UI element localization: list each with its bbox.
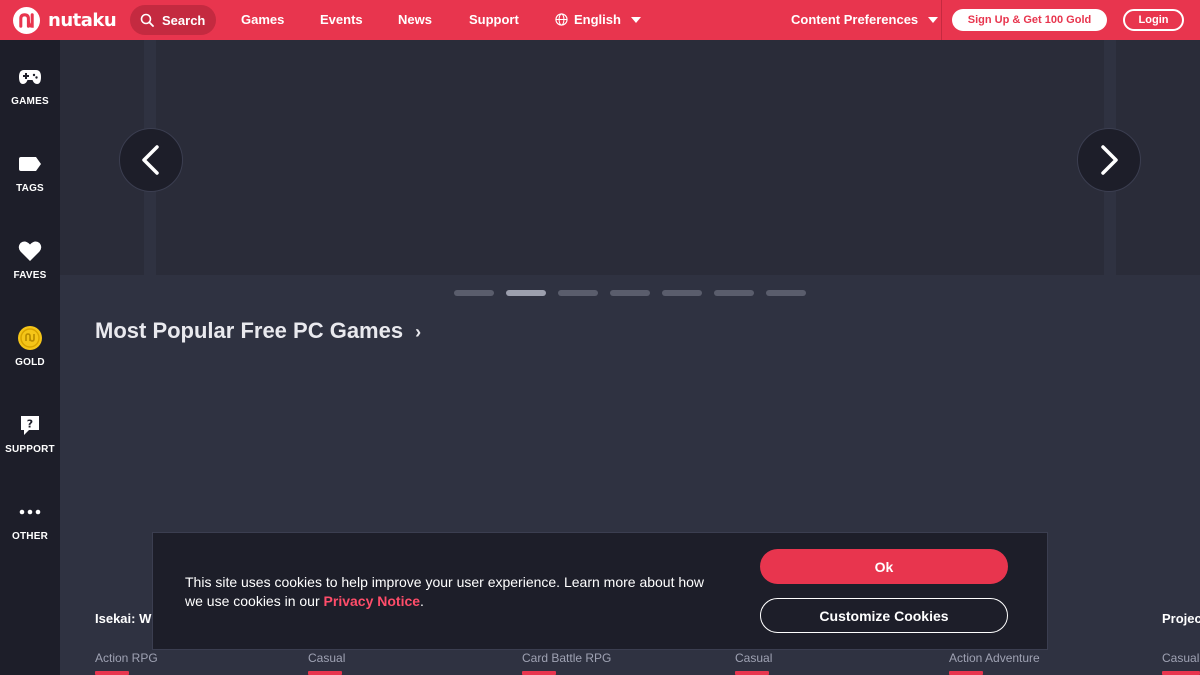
nav-events[interactable]: Events [320, 12, 363, 27]
sidebar-item-gold[interactable]: GOLD [0, 325, 60, 385]
tag-icon [18, 151, 42, 177]
sidebar-item-support[interactable]: ? SUPPORT [0, 412, 60, 472]
carousel-dot[interactable] [610, 290, 650, 296]
carousel-prev-button[interactable] [119, 128, 183, 192]
chevron-down-icon [928, 16, 939, 23]
search-icon [140, 13, 154, 27]
carousel-dot[interactable] [454, 290, 494, 296]
sidebar-item-other[interactable]: OTHER [0, 499, 60, 559]
carousel-dot[interactable] [506, 290, 546, 296]
globe-icon [555, 13, 568, 26]
nav-divider [941, 0, 942, 40]
search-button[interactable]: Search [130, 5, 216, 35]
sidebar-item-faves[interactable]: FAVES [0, 238, 60, 298]
cookie-banner: This site uses cookies to help improve y… [152, 532, 1048, 650]
carousel-dot[interactable] [558, 290, 598, 296]
price-label [308, 671, 342, 675]
game-title[interactable]: Isekai: W [95, 611, 151, 626]
content-preferences-dropdown[interactable]: Content Preferences [791, 12, 939, 27]
nutaku-logo-icon [13, 7, 40, 34]
game-title[interactable]: Projec [1162, 611, 1200, 626]
privacy-notice-link[interactable]: Privacy Notice [324, 593, 421, 609]
logo-wordmark: nutaku [48, 10, 117, 31]
sidebar-item-label: FAVES [13, 270, 47, 281]
left-sidebar: GAMES TAGS FAVES GOLD ? SUPPORT OTHER [0, 40, 60, 675]
gamepad-icon [18, 64, 42, 90]
carousel-pagination [454, 290, 806, 296]
more-icon [19, 499, 41, 525]
cookie-text: This site uses cookies to help improve y… [185, 574, 705, 609]
nav-news[interactable]: News [398, 12, 432, 27]
language-label: English [574, 12, 621, 27]
nav-support[interactable]: Support [469, 12, 519, 27]
nav-games[interactable]: Games [241, 12, 284, 27]
nutaku-logo[interactable]: nutaku [13, 7, 117, 34]
section-heading[interactable]: Most Popular Free PC Games › [95, 318, 421, 344]
price-label [522, 671, 556, 675]
price-label [735, 671, 769, 675]
gold-coin-icon [17, 325, 43, 351]
sidebar-item-label: GOLD [15, 357, 45, 368]
login-button[interactable]: Login [1123, 9, 1184, 31]
price-label [95, 671, 129, 675]
customize-cookies-button[interactable]: Customize Cookies [760, 598, 1008, 633]
carousel-dot[interactable] [662, 290, 702, 296]
chevron-right-icon: › [415, 321, 422, 342]
sidebar-item-tags[interactable]: TAGS [0, 151, 60, 211]
game-genre[interactable]: Action Adventure [949, 651, 1040, 665]
sidebar-item-label: TAGS [16, 183, 44, 194]
carousel-dot[interactable] [714, 290, 754, 296]
top-navbar: nutaku Search Games Events News Support … [0, 0, 1200, 40]
search-label: Search [162, 12, 206, 28]
game-genre[interactable]: Casual [1162, 651, 1199, 665]
svg-text:?: ? [27, 418, 33, 431]
carousel-next-button[interactable] [1077, 128, 1141, 192]
chevron-down-icon [630, 16, 641, 23]
sidebar-item-label: GAMES [11, 96, 49, 107]
price-label [1162, 671, 1200, 675]
game-genre[interactable]: Casual [735, 651, 772, 665]
section-title: Most Popular Free PC Games [95, 318, 404, 343]
cookie-ok-button[interactable]: Ok [760, 549, 1008, 584]
game-genre[interactable]: Casual [308, 651, 345, 665]
price-label [949, 671, 983, 675]
help-icon: ? [19, 412, 41, 438]
language-selector[interactable]: English [555, 12, 641, 27]
cookie-text-suffix: . [420, 593, 424, 609]
sidebar-item-games[interactable]: GAMES [0, 64, 60, 124]
game-genre[interactable]: Action RPG [95, 651, 158, 665]
sidebar-item-label: OTHER [12, 531, 48, 542]
carousel-dot[interactable] [766, 290, 806, 296]
content-preferences-label: Content Preferences [791, 12, 919, 27]
heart-icon [18, 238, 42, 264]
cookie-message: This site uses cookies to help improve y… [185, 573, 725, 611]
sidebar-item-label: SUPPORT [5, 444, 55, 455]
signup-button[interactable]: Sign Up & Get 100 Gold [952, 9, 1107, 31]
chevron-left-icon [142, 145, 159, 175]
game-genre[interactable]: Card Battle RPG [522, 651, 611, 665]
carousel-slide-current[interactable] [156, 40, 1104, 275]
chevron-right-icon [1101, 145, 1118, 175]
